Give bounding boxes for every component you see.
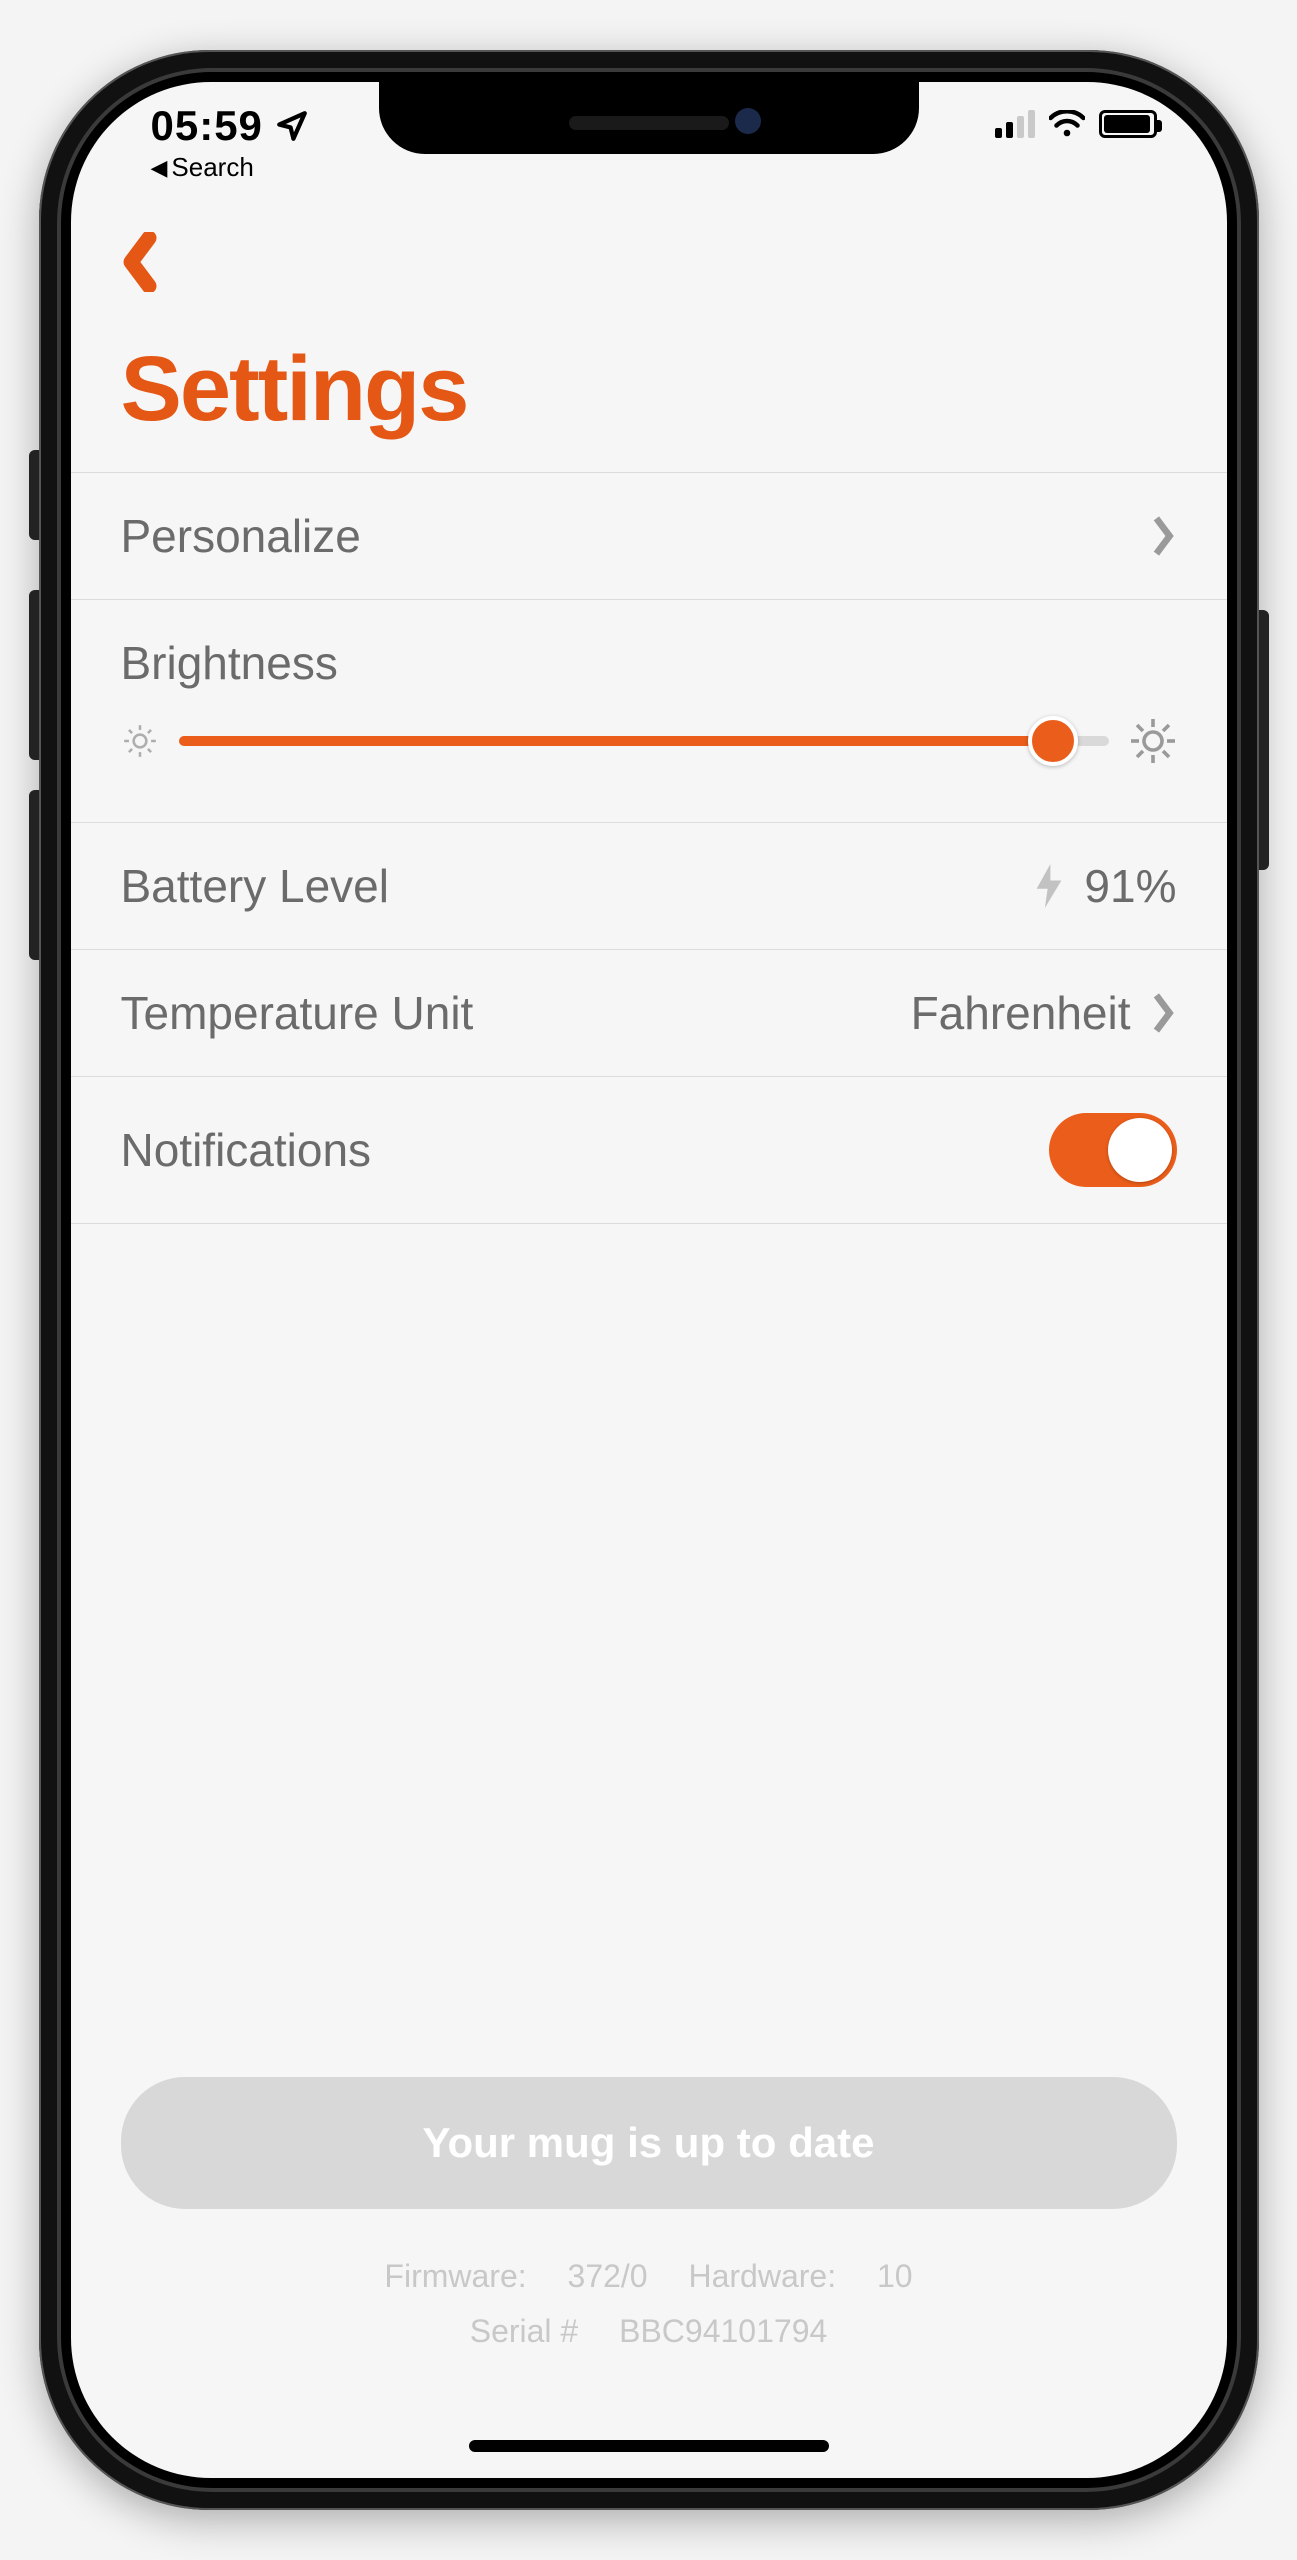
slider-fill bbox=[179, 736, 1053, 746]
row-label: Notifications bbox=[121, 1123, 372, 1177]
row-label: Personalize bbox=[121, 509, 361, 563]
brightness-high-icon bbox=[1129, 717, 1177, 765]
side-button-vol-up bbox=[29, 590, 39, 760]
battery-icon bbox=[1099, 110, 1157, 138]
update-button[interactable]: Your mug is up to date bbox=[121, 2077, 1177, 2209]
serial-line: Serial # BBC94101794 bbox=[121, 2304, 1177, 2358]
row-label: Brightness bbox=[121, 636, 1177, 690]
row-temperature-unit[interactable]: Temperature Unit Fahrenheit bbox=[71, 949, 1227, 1076]
phone-frame: 05:59 ◀ Search bbox=[39, 50, 1259, 2510]
row-personalize[interactable]: Personalize bbox=[71, 472, 1227, 599]
chevron-right-icon bbox=[1149, 514, 1177, 558]
row-battery: Battery Level 91% bbox=[71, 822, 1227, 949]
side-button-vol-down bbox=[29, 790, 39, 960]
firmware-hardware-line: Firmware: 372/0 Hardware: 10 bbox=[121, 2249, 1177, 2303]
status-time: 05:59 bbox=[151, 102, 263, 150]
charging-icon bbox=[1032, 864, 1066, 908]
row-label: Temperature Unit bbox=[121, 986, 474, 1040]
notifications-toggle[interactable] bbox=[1049, 1113, 1177, 1187]
breadcrumb[interactable]: ◀ Search bbox=[151, 152, 309, 183]
side-button-silent bbox=[29, 450, 39, 540]
notch bbox=[379, 82, 919, 154]
side-button-power bbox=[1259, 610, 1269, 870]
row-notifications: Notifications bbox=[71, 1076, 1227, 1224]
wifi-icon bbox=[1049, 110, 1085, 138]
page-title: Settings bbox=[121, 337, 1177, 472]
toggle-knob bbox=[1108, 1118, 1172, 1182]
battery-value: 91% bbox=[1084, 859, 1176, 913]
footer: Your mug is up to date Firmware: 372/0 H… bbox=[71, 2077, 1227, 2358]
phone-bezel: 05:59 ◀ Search bbox=[57, 68, 1241, 2492]
brightness-slider[interactable] bbox=[179, 716, 1109, 766]
row-brightness: Brightness bbox=[71, 599, 1227, 822]
location-icon bbox=[275, 109, 309, 143]
back-button[interactable] bbox=[121, 232, 159, 292]
brightness-low-icon bbox=[121, 722, 159, 760]
breadcrumb-back-icon: ◀ bbox=[151, 155, 168, 181]
cellular-icon bbox=[995, 110, 1035, 138]
row-label: Battery Level bbox=[121, 859, 389, 913]
breadcrumb-label: Search bbox=[171, 152, 253, 183]
chevron-right-icon bbox=[1149, 991, 1177, 1035]
home-indicator[interactable] bbox=[469, 2440, 829, 2452]
settings-list: Personalize Brightness bbox=[71, 472, 1227, 1224]
screen: 05:59 ◀ Search bbox=[71, 82, 1227, 2478]
slider-thumb[interactable] bbox=[1028, 716, 1078, 766]
temperature-unit-value: Fahrenheit bbox=[911, 986, 1131, 1040]
